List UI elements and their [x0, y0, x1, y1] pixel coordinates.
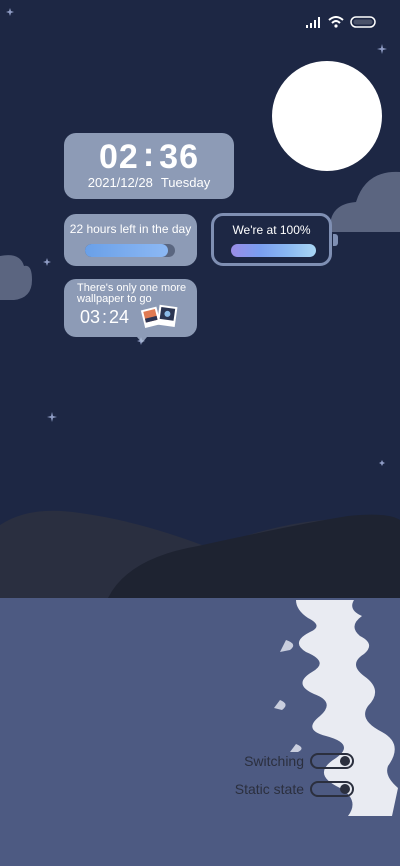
clock-widget[interactable]: 02 : 36 2021/12/28 Tuesday: [64, 133, 234, 199]
switching-toggle-row[interactable]: Switching: [244, 753, 354, 769]
switching-label: Switching: [244, 753, 304, 769]
static-state-toggle-row[interactable]: Static state: [235, 781, 354, 797]
battery-nub: [333, 234, 338, 246]
signal-icon: [306, 17, 320, 28]
clock-colon: :: [142, 136, 156, 174]
battery-bar: [231, 244, 316, 257]
wallpaper-label: There's only one more wallpaper to go: [77, 282, 187, 305]
switching-toggle[interactable]: [310, 753, 354, 769]
battery-icon: [350, 16, 376, 28]
static-state-label: Static state: [234, 781, 304, 797]
day-progress-widget[interactable]: 22 hours left in the day: [64, 214, 197, 266]
wallpaper-countdown: 03 : 24: [80, 307, 129, 328]
clock-weekday: Tuesday: [160, 175, 211, 190]
photos-icon: [140, 304, 178, 328]
clock-time: 02 : 36: [64, 136, 234, 176]
countdown-colon: :: [102, 307, 108, 327]
night-scenery: [0, 0, 400, 866]
countdown-seconds: 24: [109, 307, 130, 327]
clock-date-row: 2021/12/28 Tuesday: [64, 175, 234, 190]
static-state-knob: [340, 784, 350, 794]
wifi-icon: [328, 16, 344, 28]
day-progress-bar: [85, 244, 175, 257]
clock-hour: 02: [99, 138, 139, 176]
wallpaper-widget[interactable]: There's only one more wallpaper to go 03…: [64, 279, 197, 343]
battery-fill: [231, 244, 316, 257]
switching-knob: [340, 756, 350, 766]
battery-widget[interactable]: We're at 100%: [211, 213, 338, 266]
clock-date: 2021/12/28: [87, 175, 153, 190]
countdown-minutes: 03: [80, 307, 101, 327]
static-state-toggle[interactable]: [310, 781, 354, 797]
moon: [272, 61, 382, 171]
battery-label: We're at 100%: [232, 223, 311, 237]
day-progress-fill: [85, 244, 168, 257]
day-progress-label: 22 hours left in the day: [69, 222, 192, 236]
wallpaper-tail: [137, 337, 147, 343]
status-bar: [304, 10, 376, 34]
clock-minute: 36: [159, 138, 199, 176]
